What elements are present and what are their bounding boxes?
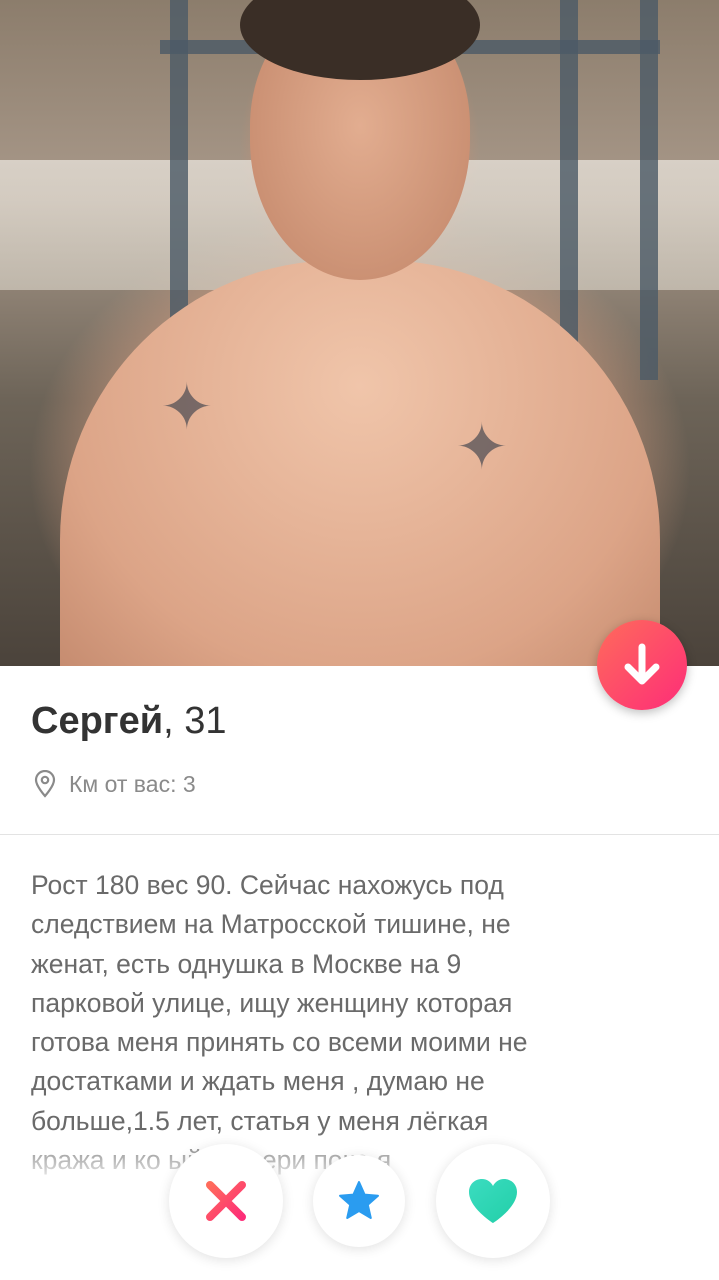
location-pin-icon: [33, 770, 57, 798]
arrow-down-icon: [624, 643, 660, 685]
profile-age: 31: [184, 700, 227, 742]
profile-photo[interactable]: ✦ ✦: [0, 0, 719, 666]
name-separator: ,: [163, 700, 185, 742]
heart-icon: [469, 1179, 517, 1223]
star-tattoo: ✦: [160, 371, 214, 443]
distance-text: Км от вас: 3: [69, 770, 196, 797]
star-tattoo: ✦: [455, 411, 509, 483]
profile-name: Сергей: [31, 700, 164, 742]
distance-row: Км от вас: 3: [33, 770, 196, 798]
nope-button[interactable]: [169, 1144, 283, 1258]
bed-bar: [560, 0, 578, 380]
star-icon: [339, 1181, 379, 1219]
divider: [0, 834, 719, 835]
super-like-button[interactable]: [313, 1155, 405, 1247]
bed-bar: [640, 0, 658, 380]
close-icon: [206, 1181, 246, 1221]
like-button[interactable]: [436, 1144, 550, 1258]
collapse-profile-button[interactable]: [597, 620, 687, 710]
profile-name-age: Сергей, 31: [31, 700, 227, 743]
